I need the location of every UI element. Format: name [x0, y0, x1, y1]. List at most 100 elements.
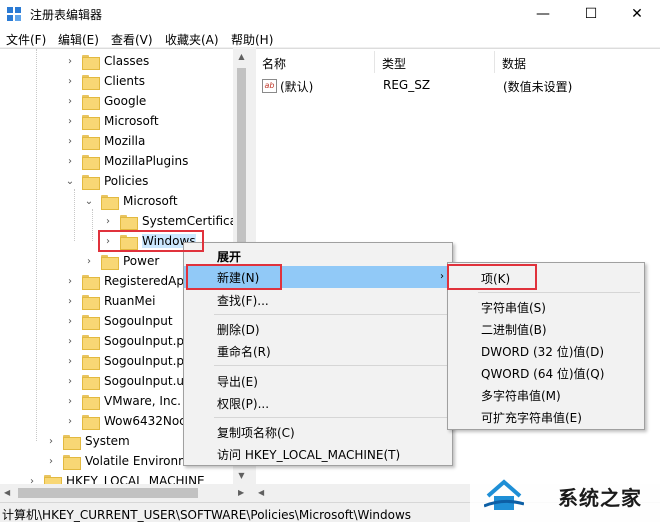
menu-favorites[interactable]: 收藏夹(A) [165, 31, 219, 48]
tree-item-policies[interactable]: ⌄ Policies [64, 171, 148, 191]
maximize-button[interactable]: ☐ [568, 0, 614, 28]
expand-arrow-icon[interactable]: › [26, 476, 38, 485]
submenu-expandable-string-value[interactable]: 可扩充字符串值(E) [448, 406, 644, 428]
scroll-right-icon[interactable]: ▶ [238, 488, 244, 497]
expand-arrow-icon[interactable]: › [64, 336, 76, 347]
scrollbar-thumb[interactable] [237, 68, 246, 246]
ctx-find[interactable]: 查找(F)... [184, 289, 452, 311]
column-divider[interactable] [374, 51, 375, 73]
expand-arrow-icon[interactable]: › [83, 256, 95, 267]
submenu-dword-value[interactable]: DWORD (32 位)值(D) [448, 340, 644, 362]
tree-item-sogouinput[interactable]: › SogouInput [64, 311, 173, 331]
close-button[interactable]: ✕ [614, 0, 660, 28]
ctx-export[interactable]: 导出(E) [184, 370, 452, 392]
collapse-arrow-icon[interactable]: ⌄ [83, 196, 95, 207]
expand-arrow-icon[interactable]: › [64, 316, 76, 327]
scroll-down-icon[interactable]: ▼ [233, 467, 250, 484]
expand-arrow-icon[interactable]: › [64, 116, 76, 127]
expand-arrow-icon[interactable]: › [45, 436, 57, 447]
menu-file[interactable]: 文件(F) [6, 31, 46, 48]
ctx-goto-hklm[interactable]: 访问 HKEY_LOCAL_MACHINE(T) [184, 443, 452, 465]
tree-guide-line [36, 49, 37, 441]
submenu-string-value[interactable]: 字符串值(S) [448, 296, 644, 318]
folder-icon [82, 54, 100, 70]
ctx-permissions[interactable]: 权限(P)... [184, 392, 452, 414]
tree-guide-line [92, 209, 93, 241]
folder-icon [120, 214, 138, 230]
ctx-rename[interactable]: 重命名(R) [184, 340, 452, 362]
folder-icon [82, 414, 100, 430]
ctx-delete[interactable]: 删除(D) [184, 318, 452, 340]
expand-arrow-icon[interactable]: › [64, 416, 76, 427]
annotation-box-windows [98, 230, 204, 252]
tree-item-classes[interactable]: › Classes [64, 51, 149, 71]
expand-arrow-icon[interactable]: › [64, 136, 76, 147]
expand-arrow-icon[interactable]: › [64, 96, 76, 107]
scroll-left-icon[interactable]: ◀ [258, 488, 264, 497]
tree-item-mozillaplugins[interactable]: › MozillaPlugins [64, 151, 188, 171]
tree-item-volatile-environment[interactable]: › Volatile Environm [45, 451, 190, 471]
menu-separator [214, 417, 448, 418]
tree-item-clients[interactable]: › Clients [64, 71, 145, 91]
site-watermark: 系统之家 [470, 468, 660, 522]
submenu-multi-string-value[interactable]: 多字符串值(M) [448, 384, 644, 406]
current-key-path: 计算机\HKEY_CURRENT_USER\SOFTWARE\Policies\… [2, 508, 412, 522]
menu-help[interactable]: 帮助(H) [231, 31, 273, 48]
folder-icon [63, 434, 81, 450]
column-header-type[interactable]: 类型 [382, 55, 406, 72]
folder-icon [82, 354, 100, 370]
folder-icon [82, 314, 100, 330]
ctx-copy-key-name[interactable]: 复制项名称(C) [184, 421, 452, 443]
expand-arrow-icon[interactable]: › [64, 376, 76, 387]
scroll-up-icon[interactable]: ▲ [233, 48, 250, 65]
collapse-arrow-icon[interactable]: ⌄ [64, 176, 76, 187]
tree-item-systemcertificates[interactable]: › SystemCertificat [102, 211, 242, 231]
expand-arrow-icon[interactable]: › [64, 76, 76, 87]
value-name-cell[interactable]: (默认) [280, 78, 313, 95]
tree-item-sogouinput-p1[interactable]: › SogouInput.p [64, 331, 184, 351]
menu-view[interactable]: 查看(V) [111, 31, 153, 48]
tree-item-google[interactable]: › Google [64, 91, 146, 111]
expand-arrow-icon[interactable]: › [64, 396, 76, 407]
window-title: 注册表编辑器 [30, 8, 103, 22]
column-header-name[interactable]: 名称 [262, 55, 286, 72]
maximize-icon: ☐ [584, 6, 598, 22]
folder-icon [101, 254, 119, 270]
folder-icon [82, 174, 100, 190]
expand-arrow-icon[interactable]: › [64, 56, 76, 67]
scrollbar-thumb[interactable] [18, 488, 198, 498]
tree-item-policies-microsoft[interactable]: ⌄ Microsoft [83, 191, 178, 211]
tree-item-system[interactable]: › System [45, 431, 130, 451]
submenu-binary-value[interactable]: 二进制值(B) [448, 318, 644, 340]
expand-arrow-icon[interactable]: › [64, 296, 76, 307]
tree-item-power[interactable]: › Power [83, 251, 159, 271]
menu-separator [214, 314, 448, 315]
column-header-data[interactable]: 数据 [502, 55, 526, 72]
folder-icon [101, 194, 119, 210]
expand-arrow-icon[interactable]: › [64, 156, 76, 167]
menu-edit[interactable]: 编辑(E) [58, 31, 99, 48]
tree-item-sogouinput-u[interactable]: › SogouInput.u [64, 371, 184, 391]
expand-arrow-icon[interactable]: › [45, 456, 57, 467]
tree-item-sogouinput-p2[interactable]: › SogouInput.p [64, 351, 184, 371]
tree-item-hklm[interactable]: › HKEY_LOCAL_MACHINE [26, 471, 205, 484]
expand-arrow-icon[interactable]: › [102, 216, 114, 227]
folder-icon [44, 474, 62, 484]
tree-item-wow6432node[interactable]: › Wow6432Noc [64, 411, 186, 431]
minimize-button[interactable]: — [520, 0, 566, 28]
scroll-left-icon[interactable]: ◀ [4, 488, 10, 497]
submenu-qword-value[interactable]: QWORD (64 位)值(Q) [448, 362, 644, 384]
expand-arrow-icon[interactable]: › [64, 276, 76, 287]
folder-icon [82, 294, 100, 310]
tree-item-vmware[interactable]: › VMware, Inc. [64, 391, 181, 411]
expand-arrow-icon[interactable]: › [64, 356, 76, 367]
tree-item-mozilla[interactable]: › Mozilla [64, 131, 145, 151]
tree-item-ruanmei[interactable]: › RuanMei [64, 291, 155, 311]
folder-icon [63, 454, 81, 470]
tree-item-microsoft[interactable]: › Microsoft [64, 111, 159, 131]
folder-icon [82, 374, 100, 390]
tree-guide-line [74, 189, 75, 241]
tree-item-registeredapps[interactable]: › RegisteredAp [64, 271, 184, 291]
watermark-text: 系统之家 [558, 486, 642, 510]
column-divider[interactable] [494, 51, 495, 73]
